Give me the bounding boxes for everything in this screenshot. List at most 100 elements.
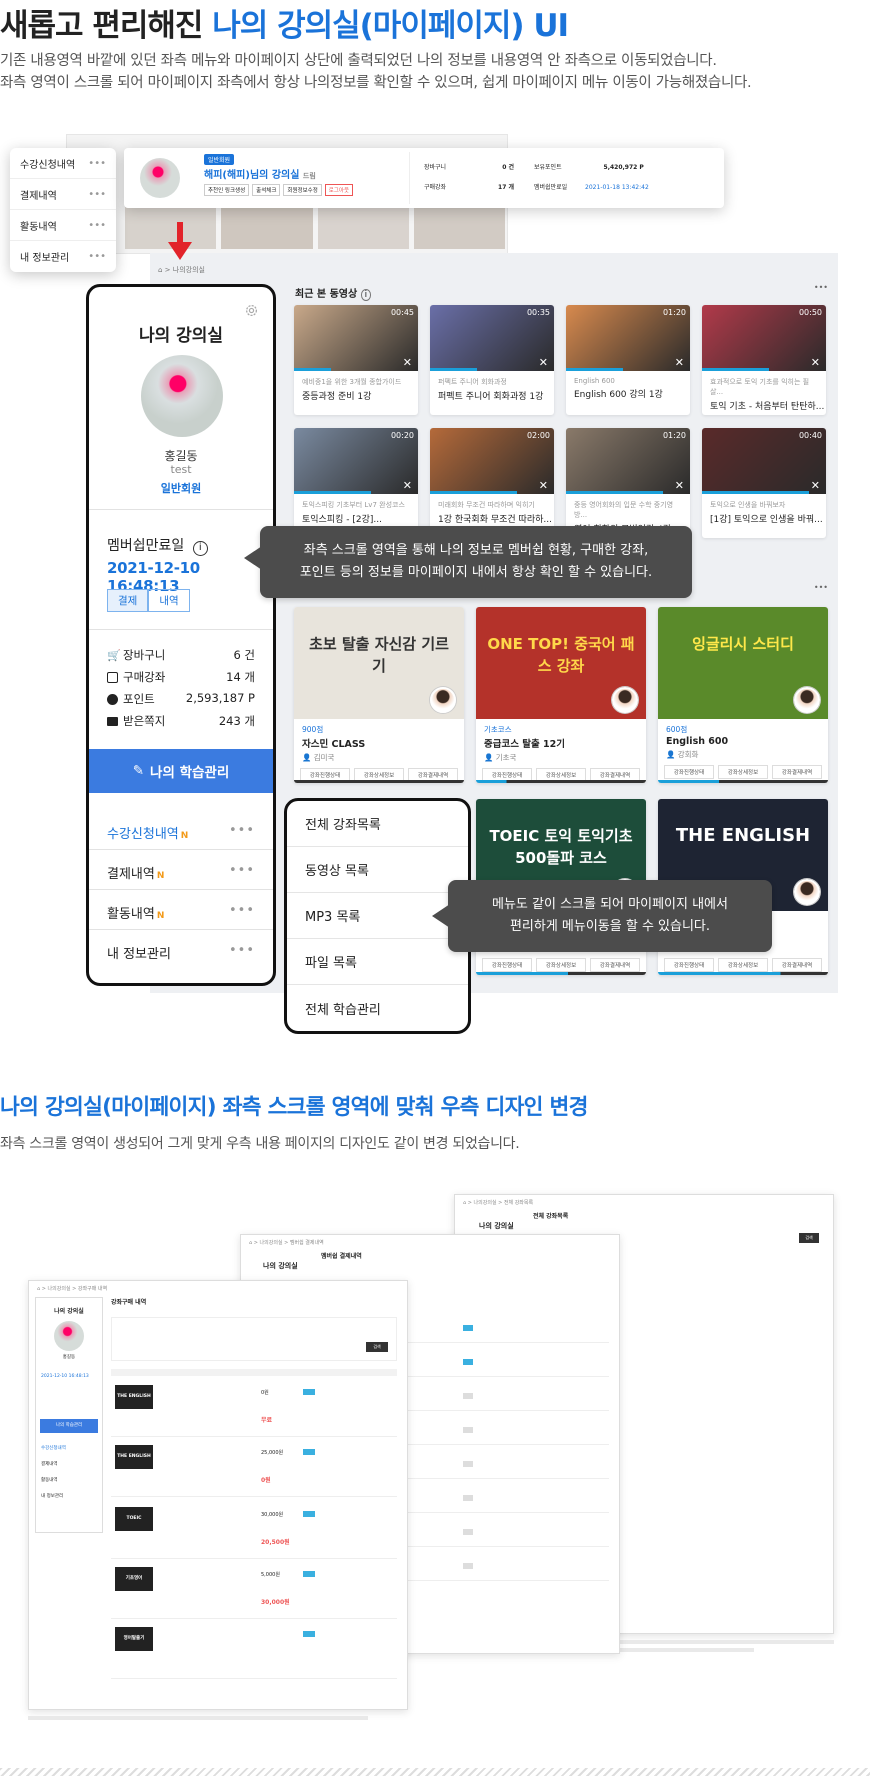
mini-status-badge	[463, 1325, 473, 1331]
page-title: 새롭고 편리해진 나의 강의실(마이페이지) UI	[0, 0, 569, 45]
courses-more-button[interactable]: •••	[814, 583, 828, 592]
mini-menu-item[interactable]: 내 정보관리	[41, 1489, 102, 1505]
mini-table-row	[379, 1351, 609, 1377]
mini-breadcrumb: ⌂ > 나의강의실 > 강좌구매 내역	[37, 1286, 108, 1292]
mini-price: 5,000원	[261, 1572, 280, 1578]
user-icon: 👤	[666, 750, 676, 759]
stat-cart[interactable]: 🛒 장바구니 6 건	[107, 647, 255, 663]
gear-icon[interactable]	[244, 303, 259, 318]
more-icon[interactable]: •••	[229, 943, 255, 962]
course-card[interactable]: 잉글리시 스터디 600점 English 600 👤 강회화 강좌진행상태 강좌상세정보…	[658, 607, 828, 783]
mini-menu-item[interactable]: 결제내역	[41, 1457, 102, 1473]
video-card[interactable]: 02:00 ✕ 미래회화 무조건 따라하며 익히기 1강 한국회화 무조건 따라하..…	[430, 428, 554, 538]
sidebar-item-profile[interactable]: 내 정보관리 •••	[107, 943, 255, 962]
course-action-button[interactable]: 강좌결제내역	[772, 765, 822, 779]
video-duration: 01:20	[662, 431, 686, 440]
video-subtitle: 예비중1을 위한 3개월 종합가이드	[302, 378, 402, 386]
close-icon[interactable]: ✕	[539, 356, 548, 369]
close-icon[interactable]: ✕	[811, 479, 820, 492]
more-icon[interactable]: •••	[229, 903, 255, 922]
title-highlight: 나의 강의실(마이페이지) UI	[212, 8, 569, 44]
old-menu-label: 내 정보관리	[20, 253, 70, 264]
close-icon[interactable]: ✕	[675, 479, 684, 492]
mini-title: 나의 강의실	[479, 1222, 514, 1230]
close-icon[interactable]: ✕	[675, 356, 684, 369]
mini-status-badge	[463, 1359, 473, 1365]
my-classroom-sidebar: 나의 강의실 홍길동 test 일반회원 멤버쉽만료일 i 2021-12-10…	[86, 284, 276, 986]
mini-purchase-row: THE ENGLISH 0원 25,000원	[111, 1441, 397, 1497]
history-button[interactable]: 내역	[148, 589, 190, 612]
close-icon[interactable]: ✕	[403, 479, 412, 492]
tooltip-line: 좌측 스크롤 영역을 통해 나의 정보로 멤버쉽 현황, 구매한 강좌,	[303, 543, 649, 558]
sidebar-item-activity[interactable]: 활동내역 N •••	[107, 903, 255, 922]
course-card[interactable]: 초보 탈출 자신감 기르기 900점 자스민 CLASS 👤 김미국 강좌진행상태 강좌상…	[294, 607, 464, 783]
learning-management-button[interactable]: ✎ 나의 학습관리	[89, 749, 273, 793]
course-action-button[interactable]: 강좌진행상태	[664, 765, 714, 779]
old-menu-item[interactable]: 활동내역 •••	[10, 210, 116, 241]
sidebar-item-label: 결제내역	[107, 867, 155, 882]
course-title: English 600	[666, 736, 729, 747]
logout-button[interactable]: 로그아웃	[324, 184, 354, 196]
close-icon[interactable]: ✕	[403, 356, 412, 369]
more-icon[interactable]: •••	[229, 823, 255, 842]
recent-more-button[interactable]: •••	[814, 283, 828, 292]
mini-learn-button[interactable]: 나의 학습관리	[40, 1419, 98, 1433]
old-menu-item[interactable]: 내 정보관리 •••	[10, 241, 116, 272]
course-card[interactable]: ONE TOP! 중국어 패스 강좌 기초코스 중급코스 탈출 12기 👤 기초국 강좌…	[476, 607, 646, 783]
title-prefix: 새롭고 편리해진	[0, 8, 213, 44]
mini-status-badge	[463, 1529, 473, 1535]
old-btn[interactable]: 추천인 링크생성	[204, 184, 250, 196]
sidebar-item-enrollments[interactable]: 수강신청내역 N •••	[107, 823, 255, 842]
submenu-item-all-courses[interactable]: 전체 강좌목록	[287, 801, 468, 847]
old-menu-item[interactable]: 결제내역 •••	[10, 179, 116, 210]
video-card[interactable]: 01:20 ✕ English 600 English 600 강의 1강	[566, 305, 690, 415]
learning-button-label: 나의 학습관리	[150, 765, 230, 781]
video-title: 토익스피킹 - [2강]...	[302, 515, 382, 525]
stat-purchased[interactable]: 구매강좌 14 개	[107, 669, 255, 685]
mini-menu-item[interactable]: 수강신청내역	[41, 1441, 102, 1457]
video-card[interactable]: 00:40 ✕ 토익으로 인생을 바꿔보자 [1강] 토익으로 인생을 바꿔...	[702, 428, 826, 538]
tooltip-line: 편리하게 메뉴이동을 할 수 있습니다.	[509, 919, 711, 934]
submenu-item-videos[interactable]: 동영상 목록	[287, 847, 468, 893]
more-icon: •••	[88, 188, 106, 200]
old-btn[interactable]: 출석체크	[252, 184, 281, 196]
course-action-button[interactable]: 강좌상세정보	[718, 958, 768, 972]
pay-button[interactable]: 결제	[107, 589, 149, 612]
close-icon[interactable]: ✕	[811, 356, 820, 369]
course-action-button[interactable]: 강좌상세정보	[536, 958, 586, 972]
video-progress	[702, 368, 769, 371]
video-card[interactable]: 00:35 ✕ 퍼펙트 주니어 회화과정 퍼펙트 주니어 회화과정 1강	[430, 305, 554, 415]
mini-search-button[interactable]: 검색	[799, 1233, 819, 1243]
video-card[interactable]: 00:45 ✕ 예비중1을 위한 3개월 종합가이드 중등과정 준비 1강	[294, 305, 418, 415]
video-card[interactable]: 00:20 ✕ 토익스피킹 기초부터 Lv7 완성코스 토익스피킹 - [2강]...	[294, 428, 418, 538]
video-card[interactable]: 01:20✕중등 영어회화의 입문 수학 중기영방...영어 회화의 모범인강 …	[566, 428, 690, 538]
mini-purchase-row: TOEIC 20,500원 30,000원	[111, 1503, 397, 1559]
teacher-name: 김미국	[313, 753, 335, 762]
course-action-button[interactable]: 강좌진행상태	[482, 958, 532, 972]
video-card[interactable]: 00:50 ✕ 효과적으로 토익 기초를 익히는 필살... 토익 기초 - 처음부터…	[702, 305, 826, 415]
close-icon[interactable]: ✕	[539, 479, 548, 492]
old-btn[interactable]: 회원정보수정	[283, 184, 322, 196]
submenu-item-files[interactable]: 파일 목록	[287, 939, 468, 985]
old-menu-item[interactable]: 수강신청내역 •••	[10, 148, 116, 179]
course-progress	[658, 780, 828, 783]
stat-messages[interactable]: 받은쪽지 243 개	[107, 713, 255, 729]
mini-filter-box: 검색	[111, 1317, 397, 1361]
mini-menu-item[interactable]: 활동내역	[41, 1473, 102, 1489]
desc-line-1: 기존 내용영역 바깥에 있던 좌측 메뉴와 마이페이지 상단에 출력되었던 나의…	[0, 53, 717, 69]
section2-description: 좌측 스크롤 영역이 생성되어 그게 맞게 우측 내용 페이지의 디자인도 같이…	[0, 1136, 520, 1152]
old-menu-label: 수강신청내역	[20, 159, 76, 171]
course-action-button[interactable]: 강좌진행상태	[664, 958, 714, 972]
stat-points[interactable]: 포인트 2,593,187 P	[107, 691, 255, 707]
recent-videos-title: 최근 본 동영상 i	[295, 285, 372, 301]
more-icon[interactable]: •••	[229, 863, 255, 882]
submenu-item-learning[interactable]: 전체 학습관리	[287, 985, 468, 1031]
mini-status-badge	[463, 1393, 473, 1399]
mini-search-button[interactable]: 검색	[366, 1342, 388, 1352]
course-action-button[interactable]: 강좌상세정보	[718, 765, 768, 779]
mini-price: 30,000원	[261, 1599, 290, 1606]
sidebar-item-payments[interactable]: 결제내역 N •••	[107, 863, 255, 882]
course-action-button[interactable]: 강좌결제내역	[772, 958, 822, 972]
course-progress	[476, 972, 646, 975]
course-action-button[interactable]: 강좌결제내역	[590, 958, 640, 972]
